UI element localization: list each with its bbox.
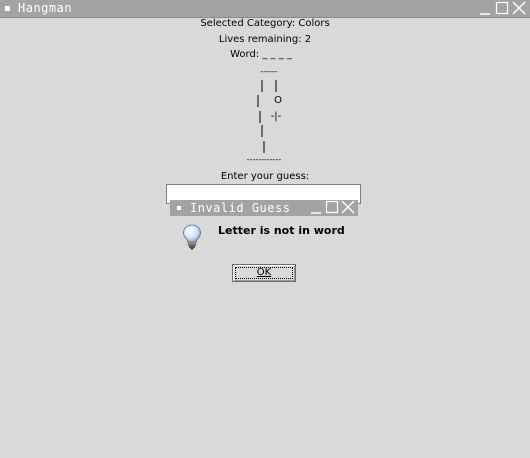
lightbulb-icon	[182, 224, 202, 250]
minimize-icon[interactable]	[478, 1, 492, 16]
dialog-window-controls	[309, 200, 357, 215]
gallows-base: ------------	[246, 155, 282, 164]
window-title: Hangman	[18, 1, 73, 15]
lives-label: Lives remaining: 2	[218, 34, 312, 45]
ok-button-label: OK	[256, 267, 272, 278]
dialog-maximize-icon[interactable]	[325, 200, 339, 215]
window-controls	[478, 1, 528, 16]
maximize-icon[interactable]	[495, 1, 509, 16]
hangman-head: O	[274, 95, 282, 106]
close-icon[interactable]	[512, 1, 526, 16]
word-label: Word: _ _ _ _	[230, 49, 292, 60]
dialog-menu-icon[interactable]	[177, 206, 181, 210]
dialog-message: Letter is not in word	[218, 224, 345, 237]
invalid-guess-dialog: Invalid Guess Letter is not in word OK	[170, 200, 358, 290]
dialog-close-icon[interactable]	[341, 200, 355, 215]
window-titlebar[interactable]: Hangman	[0, 0, 530, 18]
hangman-body: -|-	[270, 111, 282, 122]
window-menu-icon[interactable]	[5, 6, 10, 11]
dialog-minimize-icon[interactable]	[309, 200, 323, 215]
dialog-title: Invalid Guess	[190, 201, 291, 215]
gallows-drawing: ------ O -|- ------------	[0, 66, 530, 166]
ok-button[interactable]: OK	[232, 264, 296, 282]
gallows-top-beam: ------	[260, 67, 278, 76]
dialog-titlebar[interactable]: Invalid Guess	[170, 200, 358, 216]
guess-prompt: Enter your guess:	[220, 171, 310, 182]
category-label: Selected Category: Colors	[200, 18, 330, 29]
